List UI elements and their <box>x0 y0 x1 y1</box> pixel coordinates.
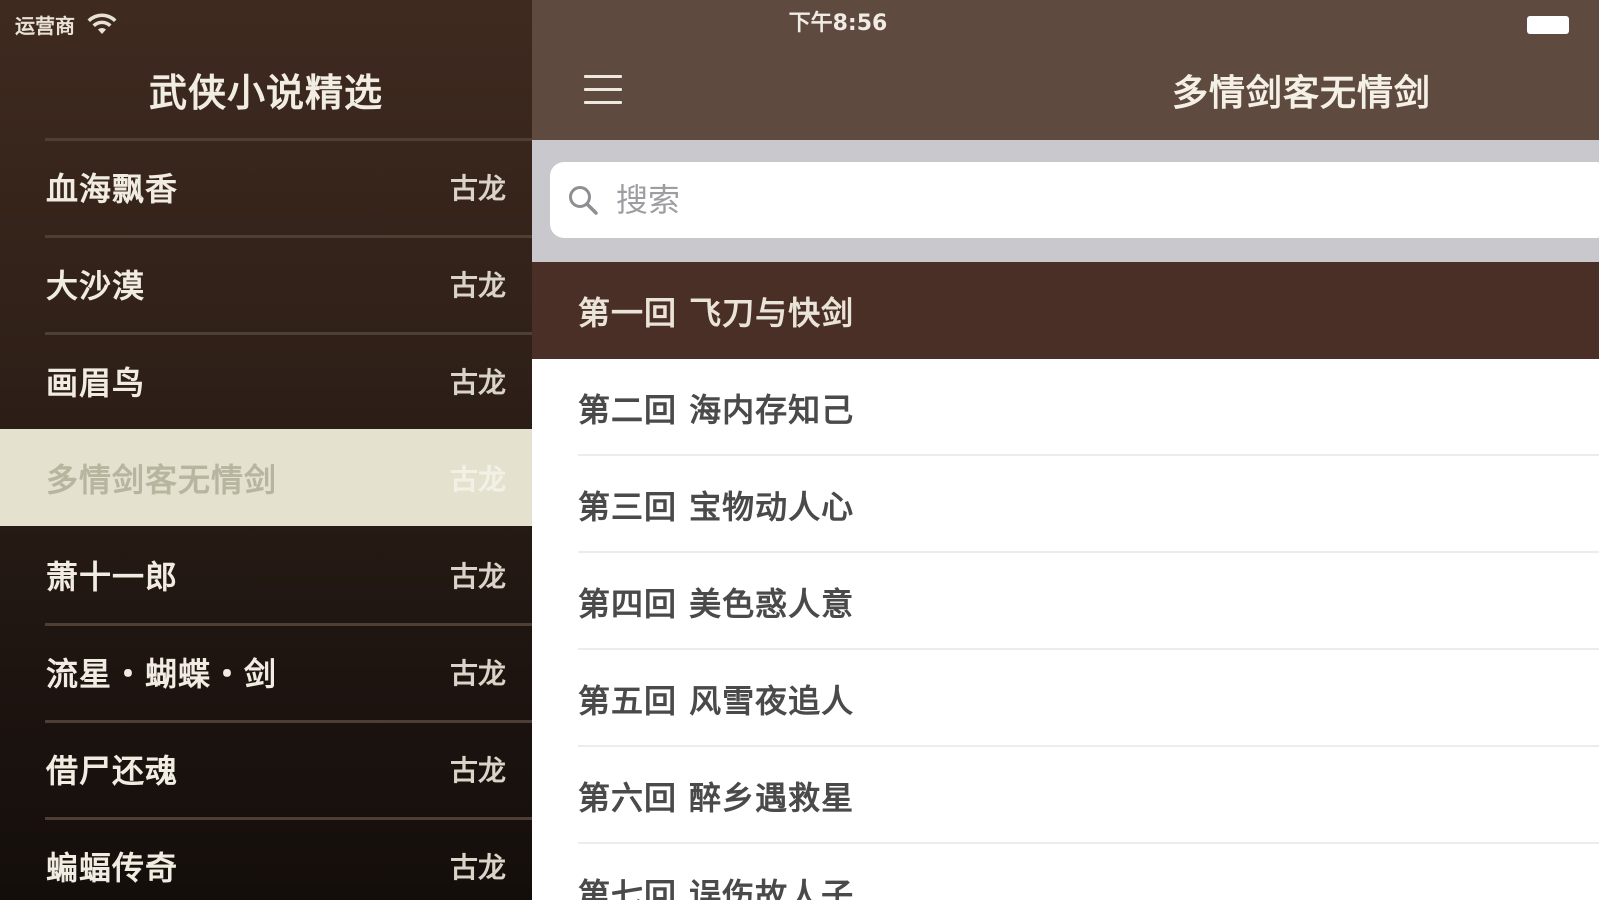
book-author: 古龙 <box>449 656 506 690</box>
sidebar-title: 武侠小说精选 <box>148 70 383 115</box>
chapter-item[interactable]: 第四回 美色惑人意 <box>532 553 1599 650</box>
book-item-selected[interactable]: 多情剑客无情剑 古龙 <box>0 429 532 526</box>
book-name: 血海飘香 <box>46 169 179 208</box>
chapter-label: 第二回 海内存知己 <box>578 390 855 429</box>
chapter-item[interactable]: 第五回 风雪夜追人 <box>532 650 1599 747</box>
book-author: 古龙 <box>449 559 506 593</box>
book-author: 古龙 <box>449 462 506 496</box>
nav-title: 多情剑客无情剑 <box>1172 72 1432 114</box>
book-list: 血海飘香 古龙 大沙漠 古龙 画眉鸟 古龙 多情剑客无情剑 古龙 萧十一郎 古龙… <box>0 138 532 900</box>
chapter-label: 第一回 飞刀与快剑 <box>578 293 855 332</box>
status-bar-left: 运营商 <box>15 8 119 40</box>
book-item[interactable]: 大沙漠 古龙 <box>0 235 532 332</box>
book-name: 蝙蝠传奇 <box>46 848 179 887</box>
book-author: 古龙 <box>449 365 506 399</box>
book-author: 古龙 <box>449 171 506 205</box>
book-item[interactable]: 借尸还魂 古龙 <box>0 720 532 817</box>
book-name: 画眉鸟 <box>46 363 146 402</box>
book-item[interactable]: 萧十一郎 古龙 <box>0 526 532 623</box>
status-time: 下午8:56 <box>788 11 888 36</box>
book-item[interactable]: 血海飘香 古龙 <box>0 138 532 235</box>
navigation-bar: 下午8:56 多情剑客无情剑 <box>532 0 1599 140</box>
battery-icon <box>1527 16 1569 34</box>
chapter-label: 第六回 醉乡遇救星 <box>578 778 855 817</box>
hamburger-menu-icon[interactable] <box>584 72 624 108</box>
chapter-item[interactable]: 第六回 醉乡遇救星 <box>532 747 1599 844</box>
book-author: 古龙 <box>449 850 506 884</box>
chapter-list: 第一回 飞刀与快剑 第二回 海内存知己 第三回 宝物动人心 第四回 美色惑人意 … <box>532 262 1599 900</box>
chapter-label: 第五回 风雪夜追人 <box>578 681 855 720</box>
app-screen: 运营商 武侠小说精选 血海飘香 古龙 大沙漠 古龙 画眉鸟 古龙 多情剑客无情剑… <box>0 0 1599 900</box>
chapter-label: 第三回 宝物动人心 <box>578 487 855 526</box>
search-icon <box>569 186 598 215</box>
book-item[interactable]: 画眉鸟 古龙 <box>0 332 532 429</box>
book-name: 流星・蝴蝶・剑 <box>46 654 278 693</box>
wifi-icon <box>87 13 117 34</box>
book-item[interactable]: 流星・蝴蝶・剑 古龙 <box>0 623 532 720</box>
chapter-label: 第四回 美色惑人意 <box>578 584 855 623</box>
sidebar: 运营商 武侠小说精选 血海飘香 古龙 大沙漠 古龙 画眉鸟 古龙 多情剑客无情剑… <box>0 0 532 900</box>
chapter-item[interactable]: 第三回 宝物动人心 <box>532 456 1599 553</box>
main-panel: 下午8:56 多情剑客无情剑 第一回 飞刀与快剑 第二回 海内存知己 <box>532 0 1599 900</box>
book-name: 借尸还魂 <box>46 751 179 790</box>
chapter-item[interactable]: 第二回 海内存知己 <box>532 359 1599 456</box>
search-bar <box>532 140 1599 262</box>
chapter-item[interactable]: 第七回 误伤故人子 <box>532 844 1599 900</box>
book-author: 古龙 <box>449 753 506 787</box>
chapter-item-selected[interactable]: 第一回 飞刀与快剑 <box>532 262 1599 359</box>
book-name: 萧十一郎 <box>46 557 179 596</box>
search-field[interactable] <box>550 162 1599 238</box>
book-item[interactable]: 蝙蝠传奇 古龙 <box>0 817 532 900</box>
book-author: 古龙 <box>449 268 506 302</box>
search-input[interactable] <box>616 170 1516 230</box>
book-name: 大沙漠 <box>46 266 146 305</box>
book-name: 多情剑客无情剑 <box>46 460 278 499</box>
carrier-label: 运营商 <box>15 13 75 38</box>
chapter-label: 第七回 误伤故人子 <box>578 875 855 900</box>
